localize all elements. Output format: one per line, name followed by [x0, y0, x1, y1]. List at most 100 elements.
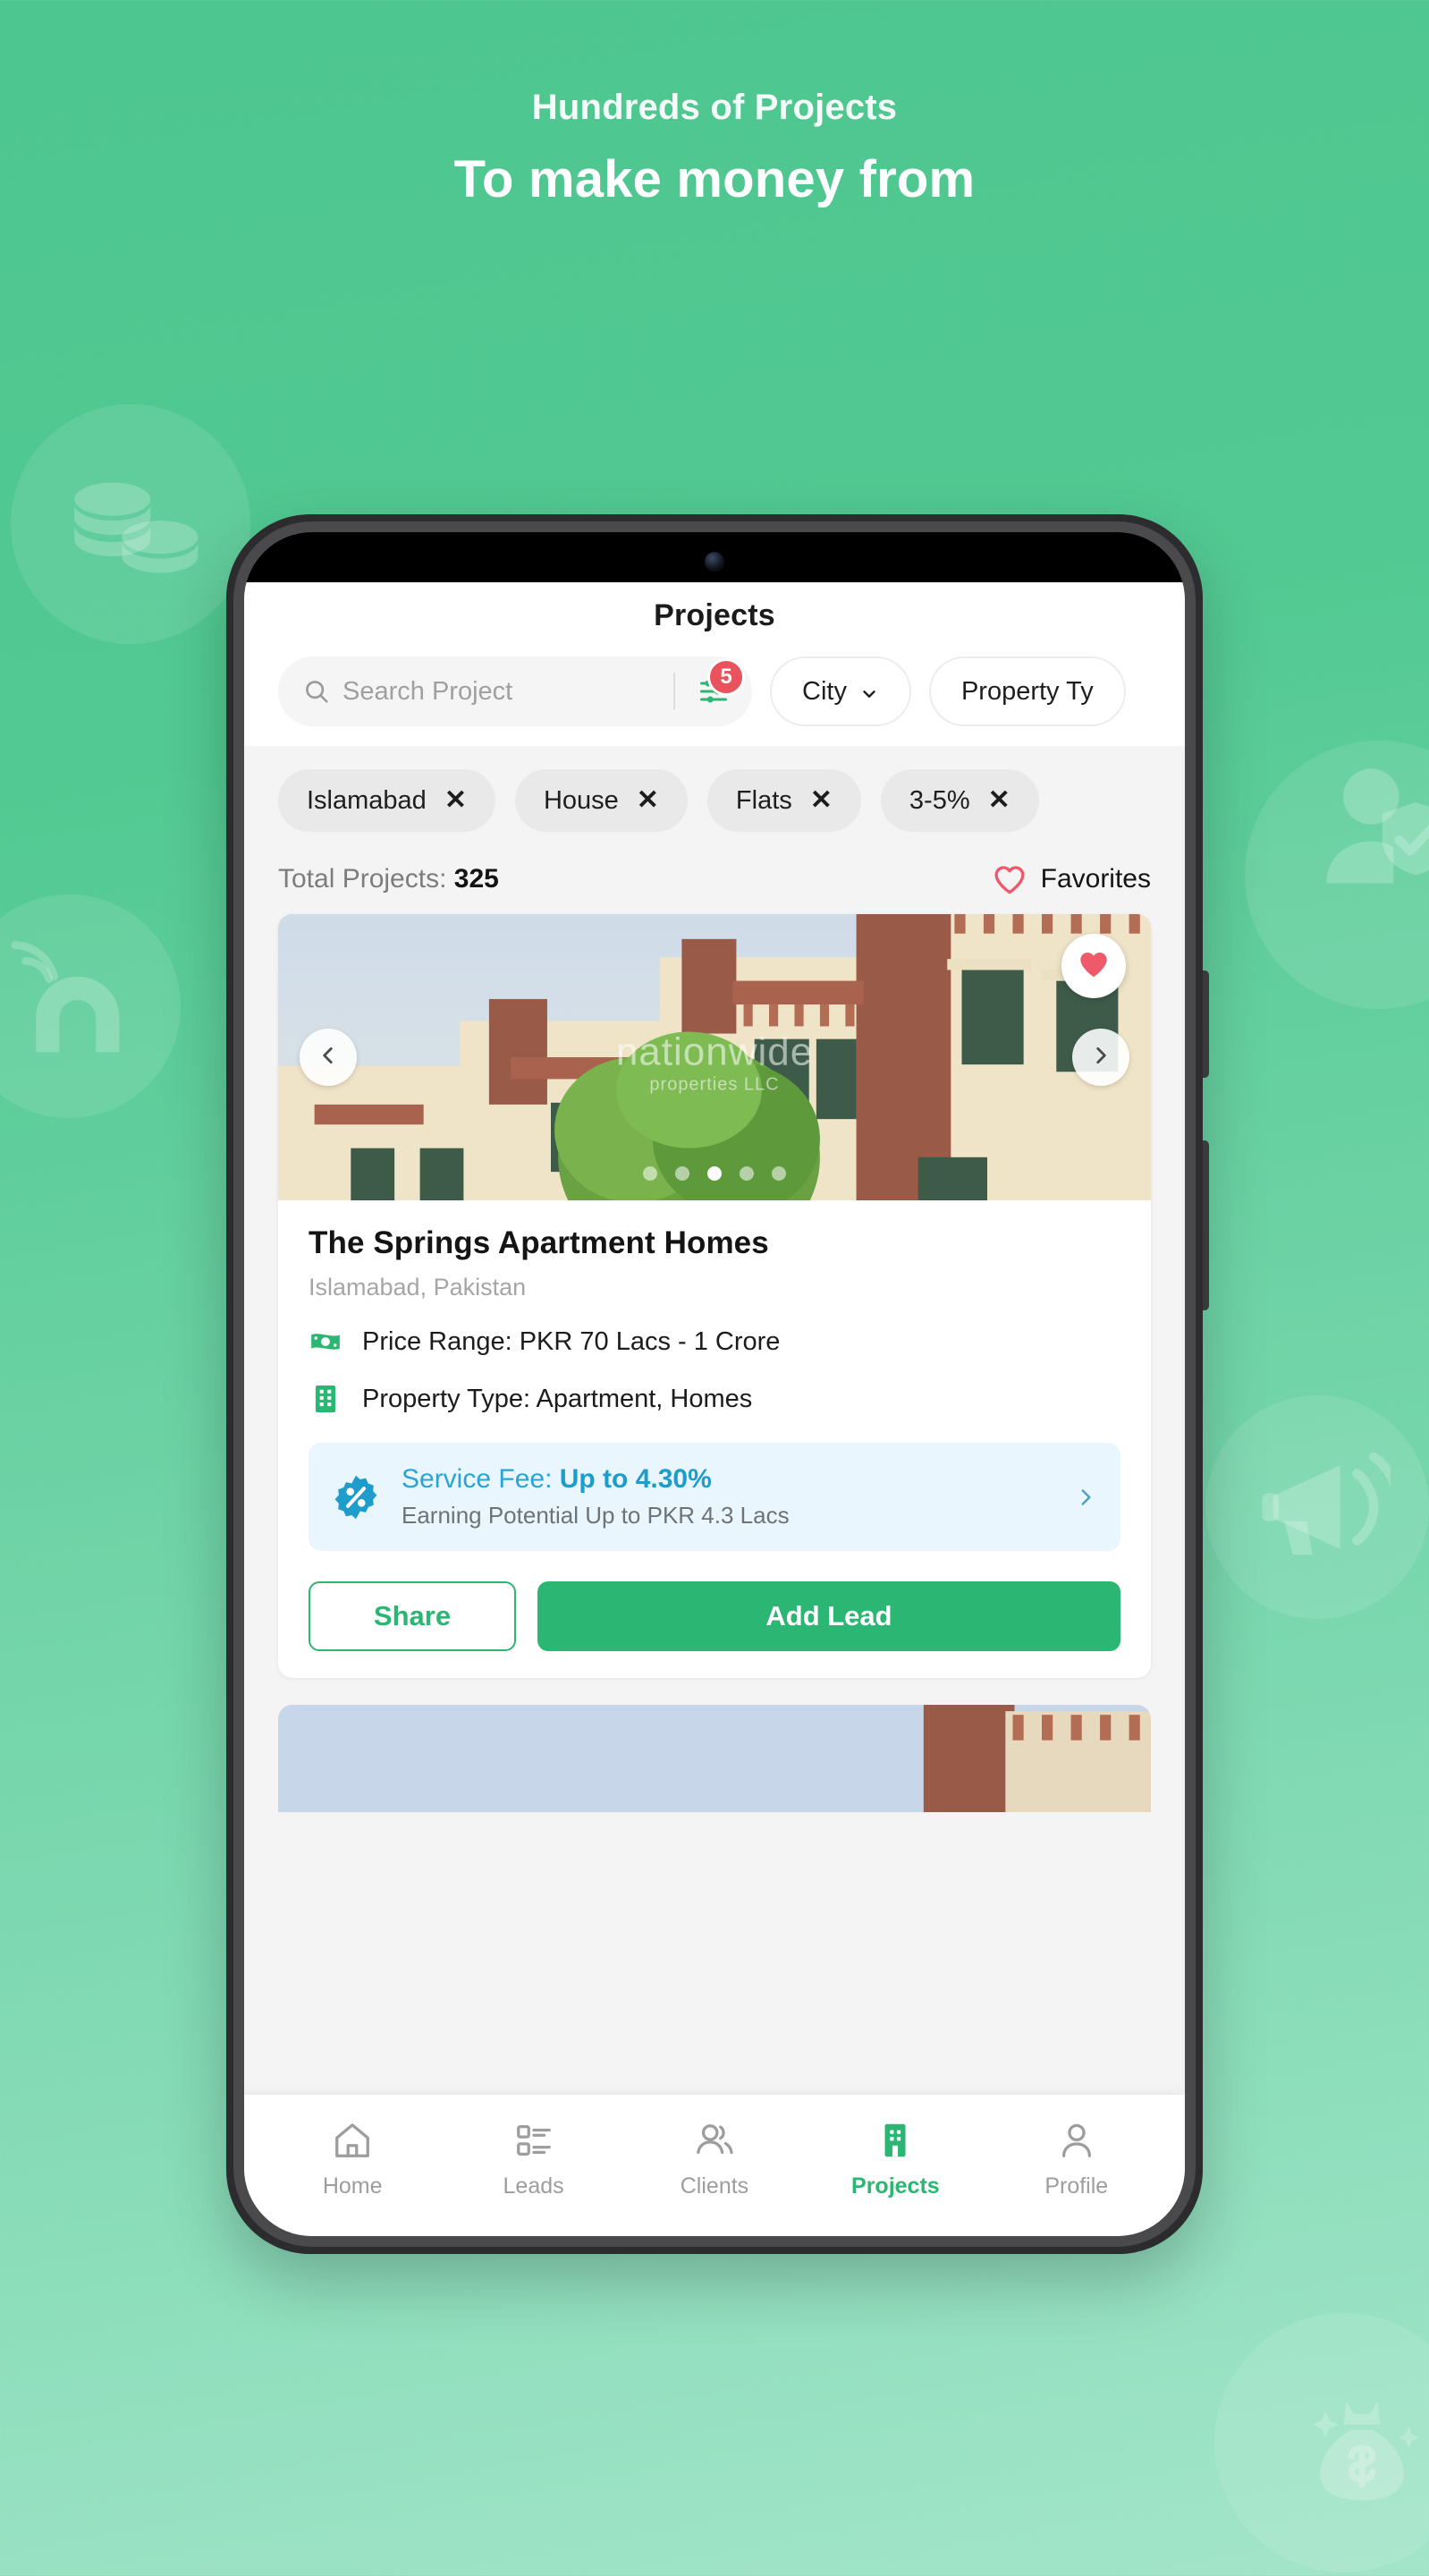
- close-icon[interactable]: ✕: [988, 787, 1010, 814]
- nav-label-clients: Clients: [680, 2173, 749, 2199]
- filter-chip-islamabad[interactable]: Islamabad ✕: [278, 769, 495, 832]
- service-fee-banner[interactable]: Service Fee: Up to 4.30% Earning Potenti…: [309, 1443, 1120, 1551]
- carousel-dot-active[interactable]: [707, 1166, 722, 1181]
- property-type-select[interactable]: Property Ty: [928, 657, 1126, 726]
- filter-count-badge: 5: [707, 658, 745, 696]
- city-select-label: City: [802, 676, 847, 706]
- search-input[interactable]: Search Project 5: [278, 657, 752, 726]
- total-projects-label: Total Projects: 325: [278, 864, 499, 894]
- filter-button[interactable]: 5: [675, 657, 752, 726]
- close-icon[interactable]: ✕: [444, 787, 467, 814]
- headline-top-line: Hundreds of Projects: [531, 88, 898, 127]
- carousel-next-button[interactable]: [1072, 1029, 1129, 1086]
- projects-list: nationwide properties LLC The Springs Ap…: [244, 914, 1185, 1812]
- chevron-right-icon[interactable]: [1074, 1486, 1097, 1509]
- phone-volume-button: [1203, 970, 1209, 1078]
- filter-chip-commission[interactable]: 3-5% ✕: [880, 769, 1039, 832]
- carousel-dot[interactable]: [772, 1166, 786, 1181]
- filter-chip-label: Islamabad: [307, 785, 427, 815]
- total-projects-text: Total Projects:: [278, 864, 447, 894]
- favorite-toggle-button[interactable]: [1061, 934, 1126, 998]
- filter-chip-flats[interactable]: Flats ✕: [706, 769, 861, 832]
- banknote-icon: [309, 1325, 342, 1359]
- project-title: The Springs Apartment Homes: [309, 1225, 769, 1260]
- totals-row: Total Projects: 325 Favorites: [244, 855, 1185, 914]
- verified-user-icon: [1316, 760, 1429, 894]
- filter-chip-house[interactable]: House ✕: [514, 769, 688, 832]
- carousel-dot[interactable]: [740, 1166, 754, 1181]
- next-project-photo: [278, 1705, 1151, 1812]
- nav-item-home[interactable]: Home: [272, 2120, 433, 2199]
- list-icon: [513, 2120, 554, 2161]
- bottom-navigation: Home Leads Clients Projects Profile: [244, 2095, 1185, 2236]
- project-image-carousel[interactable]: nationwide properties LLC: [278, 914, 1151, 1200]
- coins-icon: [47, 465, 216, 590]
- carousel-prev-button[interactable]: [300, 1029, 357, 1086]
- share-button[interactable]: Share: [309, 1581, 516, 1651]
- project-price-range-text: Price Range: PKR 70 Lacs - 1 Crore: [362, 1326, 781, 1356]
- app-screen: Projects Search Project 5 City Property …: [244, 582, 1185, 2236]
- project-card-body: The Springs Apartment Homes Islamabad, P…: [278, 1200, 1151, 1678]
- users-icon: [694, 2120, 735, 2161]
- search-row: Search Project 5 City Property Ty: [244, 633, 1185, 726]
- project-property-type-text: Property Type: Apartment, Homes: [362, 1384, 753, 1413]
- favorites-button[interactable]: Favorites: [993, 864, 1151, 894]
- nav-label-projects: Projects: [851, 2173, 940, 2199]
- nav-item-leads[interactable]: Leads: [453, 2120, 614, 2199]
- nav-label-profile: Profile: [1044, 2173, 1109, 2199]
- chevron-down-icon: [859, 682, 879, 701]
- chevron-right-icon: [1089, 1044, 1112, 1072]
- filter-chip-label: 3-5%: [909, 785, 970, 815]
- nav-label-home: Home: [322, 2173, 383, 2199]
- promo-headline: Hundreds of Projects To make money from: [0, 86, 1429, 210]
- megaphone-icon: [1252, 1440, 1395, 1574]
- add-lead-button[interactable]: Add Lead: [537, 1581, 1120, 1651]
- close-icon[interactable]: ✕: [637, 787, 659, 814]
- phone-screen: Projects Search Project 5 City Property …: [244, 532, 1185, 2236]
- earning-potential-text: Earning Potential Up to PKR 4.3 Lacs: [402, 1502, 790, 1529]
- heart-filled-icon: [1078, 949, 1110, 984]
- nav-item-clients[interactable]: Clients: [634, 2120, 795, 2199]
- heart-outline-icon: [993, 864, 1027, 894]
- app-header: Projects Search Project 5 City Property …: [244, 582, 1185, 746]
- carousel-dots[interactable]: [643, 1166, 786, 1181]
- search-icon: [303, 678, 330, 705]
- property-type-select-label: Property Ty: [960, 676, 1094, 706]
- person-icon: [1056, 2120, 1097, 2161]
- total-projects-count: 325: [453, 864, 499, 894]
- building-icon: [309, 1382, 342, 1416]
- search-placeholder: Search Project: [342, 676, 513, 706]
- filter-chip-label: House: [543, 785, 619, 815]
- filter-chip-label: Flats: [735, 785, 792, 815]
- photo-watermark: nationwide properties LLC: [615, 1030, 814, 1095]
- headline-main-line: To make money from: [453, 150, 976, 208]
- project-location: Islamabad, Pakistan: [309, 1274, 527, 1301]
- service-fee-label: Service Fee:: [402, 1464, 560, 1494]
- project-price-range: Price Range: PKR 70 Lacs - 1 Crore: [309, 1325, 1120, 1359]
- chevron-left-icon: [317, 1044, 340, 1072]
- percent-badge-icon: [332, 1473, 380, 1521]
- service-fee-title: Service Fee: Up to 4.30%: [402, 1464, 712, 1494]
- magnet-call-icon: [5, 936, 140, 1070]
- service-fee-texts: Service Fee: Up to 4.30% Earning Potenti…: [402, 1464, 1053, 1530]
- building-icon: [875, 2120, 916, 2161]
- phone-mockup: Projects Search Project 5 City Property …: [226, 514, 1209, 2254]
- city-select[interactable]: City: [770, 657, 911, 726]
- active-filter-chips: Islamabad ✕ House ✕ Flats ✕ 3-5% ✕: [244, 746, 1185, 855]
- front-camera-icon: [705, 552, 724, 572]
- next-project-card-peek[interactable]: [278, 1705, 1151, 1812]
- phone-power-button: [1203, 1140, 1209, 1310]
- page-title: Projects: [654, 598, 775, 632]
- project-card-actions: Share Add Lead: [309, 1581, 1120, 1651]
- service-fee-value: Up to 4.30%: [559, 1464, 712, 1494]
- nav-item-projects[interactable]: Projects: [815, 2120, 976, 2199]
- carousel-dot[interactable]: [675, 1166, 689, 1181]
- nav-item-profile[interactable]: Profile: [996, 2120, 1157, 2199]
- money-bag-icon: [1295, 2381, 1429, 2515]
- nav-label-leads: Leads: [503, 2173, 564, 2199]
- project-property-type: Property Type: Apartment, Homes: [309, 1382, 1120, 1416]
- carousel-dot[interactable]: [643, 1166, 657, 1181]
- project-card[interactable]: nationwide properties LLC The Springs Ap…: [278, 914, 1151, 1678]
- close-icon[interactable]: ✕: [810, 787, 833, 814]
- home-icon: [332, 2120, 373, 2161]
